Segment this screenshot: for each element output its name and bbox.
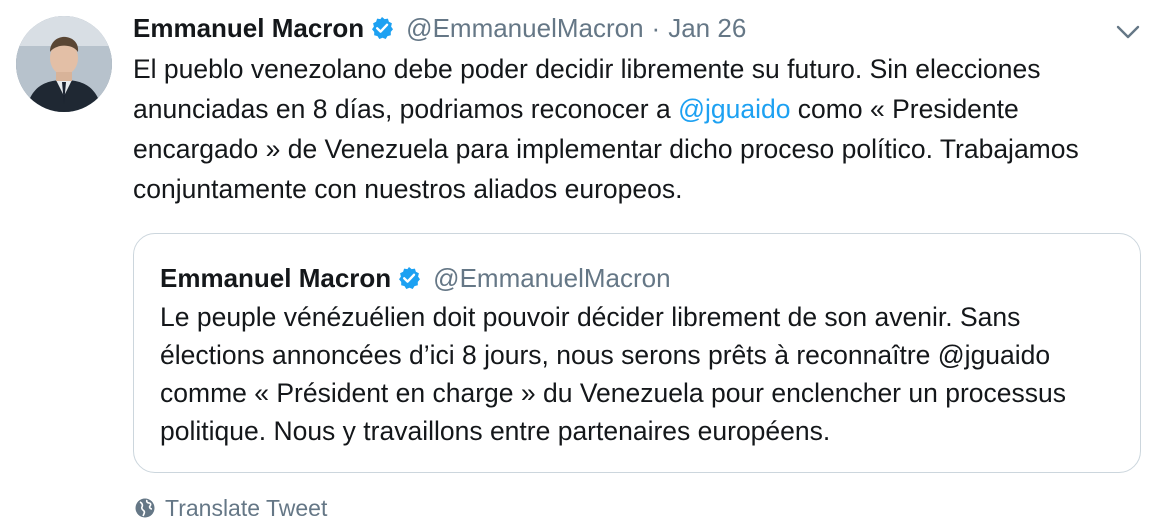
separator-dot: · — [651, 13, 661, 43]
chevron-down-icon[interactable] — [1114, 22, 1142, 42]
quoted-author-handle: @EmmanuelMacron — [433, 263, 671, 293]
verified-badge-icon — [370, 16, 394, 40]
quoted-author-name: Emmanuel Macron — [160, 263, 392, 293]
tweet-text: El pueblo venezolano debe poder decidir … — [133, 49, 1133, 209]
tweet-header: Emmanuel Macron @EmmanuelMacron · Jan 26 — [133, 12, 746, 44]
globe-icon — [134, 497, 156, 519]
profile-photo — [16, 16, 112, 112]
author-name[interactable]: Emmanuel Macron — [133, 12, 364, 44]
author-handle[interactable]: @EmmanuelMacron — [406, 12, 643, 44]
quoted-tweet-header: Emmanuel Macron @EmmanuelMacron — [160, 262, 671, 294]
quoted-tweet-card[interactable]: Emmanuel Macron @EmmanuelMacron Le peupl… — [133, 233, 1141, 473]
mention-link[interactable]: @jguaido — [678, 94, 790, 124]
tweet-date[interactable]: Jan 26 — [668, 12, 746, 44]
quoted-tweet-text: Le peuple vénézuélien doit pouvoir décid… — [160, 302, 1066, 446]
translate-tweet-link[interactable]: Translate Tweet — [134, 493, 327, 523]
translate-label: Translate Tweet — [165, 495, 328, 521]
verified-badge-icon — [397, 266, 421, 290]
avatar[interactable] — [16, 16, 112, 112]
